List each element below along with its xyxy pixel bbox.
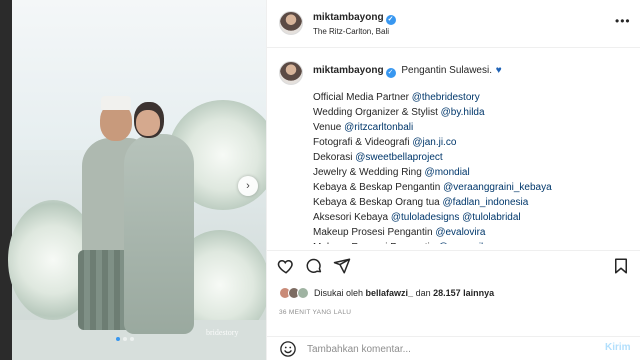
comment-input[interactable] xyxy=(307,341,587,357)
caption-author-avatar[interactable] xyxy=(279,61,303,85)
caption-credit-line: Jewelry & Wedding Ring @mondial xyxy=(313,165,552,180)
carousel-dot xyxy=(123,337,127,341)
credit-mention-link[interactable]: @fadlan_indonesia xyxy=(443,197,529,208)
credit-label: Wedding Organizer & Stylist xyxy=(313,107,438,118)
post-timestamp[interactable]: 36 MENIT YANG LALU xyxy=(279,309,351,316)
credit-mention-link[interactable]: @ritzcarltonbali xyxy=(344,122,413,133)
credit-label: Jewelry & Wedding Ring xyxy=(313,167,422,178)
liker-avatar[interactable] xyxy=(297,287,309,299)
add-comment-bar: Kirim xyxy=(267,336,640,360)
caption-area: miktambayong ✓ Pengantin Sulawesi. ♥ Offi… xyxy=(267,48,640,244)
verified-badge-icon: ✓ xyxy=(385,68,396,78)
caption-credit-line: Wedding Organizer & Stylist @by.hilda xyxy=(313,105,552,120)
like-heart-icon[interactable] xyxy=(277,257,295,275)
post-header: miktambayong ✓ The Ritz-Carlton, Bali ••• xyxy=(267,0,640,48)
credit-label: Kebaya & Beskap Pengantin xyxy=(313,182,441,193)
caption-credit-line: Kebaya & Beskap Pengantin @veraanggraini… xyxy=(313,180,552,195)
likes-summary: Disukai oleh bellafawzi_ dan 28.157 lain… xyxy=(279,285,494,301)
carousel-dot xyxy=(130,337,134,341)
chevron-right-icon: › xyxy=(246,180,250,192)
credit-label: Makeup Resepsi Pengantin xyxy=(313,242,435,244)
media-left-edge xyxy=(0,0,12,360)
groom-cap xyxy=(101,96,131,110)
credit-mention-link[interactable]: @ryanogilvy xyxy=(438,242,493,244)
likes-prefix: Disukai oleh xyxy=(314,288,364,298)
author-username[interactable]: miktambayong ✓ xyxy=(313,12,396,25)
more-options-icon[interactable]: ••• xyxy=(615,14,631,28)
caption-text: Pengantin Sulawesi. xyxy=(401,65,492,76)
caption-credit-line: Kebaya & Beskap Orang tua @fadlan_indone… xyxy=(313,195,552,210)
credit-label: Kebaya & Beskap Orang tua xyxy=(313,197,440,208)
save-bookmark-icon[interactable] xyxy=(612,257,630,275)
credit-mention-link[interactable]: @mondial xyxy=(425,167,470,178)
carousel-indicator xyxy=(116,337,134,341)
credit-mention-link[interactable]: @sweetbellaproject xyxy=(355,152,442,163)
credit-mention-link[interactable]: @veraanggraini_kebaya xyxy=(443,182,552,193)
likes-user[interactable]: bellafawzi_ xyxy=(366,288,414,298)
caption-credit-line: Dekorasi @sweetbellaproject xyxy=(313,150,552,165)
emoji-smiley-icon[interactable] xyxy=(279,340,297,358)
credit-mention-link[interactable]: @by.hilda xyxy=(441,107,485,118)
caption-credit-line: Makeup Resepsi Pengantin @ryanogilvy xyxy=(313,240,552,244)
caption-credit-line: Makeup Prosesi Pengantin @evalovira xyxy=(313,225,552,240)
likes-count[interactable]: 28.157 lainnya xyxy=(433,288,494,298)
caption-username[interactable]: miktambayong xyxy=(313,65,384,76)
credit-label: Aksesori Kebaya xyxy=(313,212,389,223)
caption-first-line: miktambayong ✓ Pengantin Sulawesi. ♥ xyxy=(313,65,502,78)
post-comment-button[interactable]: Kirim xyxy=(605,342,631,353)
caption-credit-line: Official Media Partner @thebridestory xyxy=(313,90,552,105)
credit-label: Fotografi & Videografi xyxy=(313,137,410,148)
comment-bubble-icon[interactable] xyxy=(305,257,323,275)
post-side-panel: miktambayong ✓ The Ritz-Carlton, Bali •••… xyxy=(266,0,640,360)
share-paper-plane-icon[interactable] xyxy=(333,257,351,275)
media-watermark: bridestory xyxy=(206,328,239,337)
verified-badge-icon: ✓ xyxy=(385,15,396,25)
caption-credits: Official Media Partner @thebridestory Wed… xyxy=(313,90,552,244)
instagram-post: bridestory › miktambayong ✓ The Ritz-Carl… xyxy=(0,0,640,360)
caption-credit-line: Aksesori Kebaya @tuloladesigns @tulolabr… xyxy=(313,210,552,225)
bride-figure xyxy=(124,134,194,334)
credit-label: Makeup Prosesi Pengantin xyxy=(313,227,433,238)
credit-label: Dekorasi xyxy=(313,152,353,163)
post-actions xyxy=(267,250,640,278)
author-avatar[interactable] xyxy=(279,11,303,35)
likes-text[interactable]: Disukai oleh bellafawzi_ dan 28.157 lain… xyxy=(314,288,494,298)
credit-mention-link[interactable]: @evalovira xyxy=(435,227,485,238)
bride-face xyxy=(136,110,160,136)
caption-credit-line: Venue @ritzcarltonbali xyxy=(313,120,552,135)
author-username-text[interactable]: miktambayong xyxy=(313,12,384,23)
caption-credit-line: Fotografi & Videografi @jan.ji.co xyxy=(313,135,552,150)
carousel-next-button[interactable]: › xyxy=(238,176,258,196)
credit-mention-link[interactable]: @jan.ji.co xyxy=(412,137,456,148)
credit-label: Official Media Partner xyxy=(313,92,409,103)
blue-heart-emoji-icon: ♥ xyxy=(495,65,502,76)
credit-mention-link[interactable]: @thebridestory xyxy=(412,92,480,103)
post-media[interactable]: bridestory › xyxy=(0,0,266,360)
likes-connector: dan xyxy=(415,288,431,298)
post-location[interactable]: The Ritz-Carlton, Bali xyxy=(313,27,389,36)
credit-mention-link[interactable]: @tuloladesigns @tulolabridal xyxy=(391,212,521,223)
carousel-dot xyxy=(116,337,120,341)
credit-label: Venue xyxy=(313,122,342,133)
